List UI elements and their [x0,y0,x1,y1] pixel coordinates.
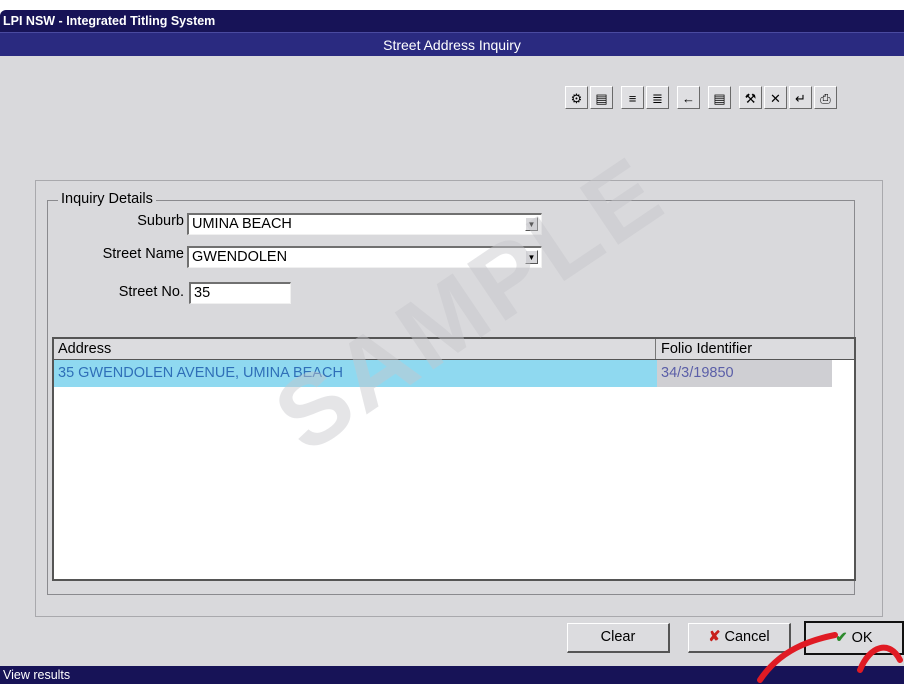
address-cell[interactable]: 35 GWENDOLEN AVENUE, UMINA BEACH [54,360,657,387]
ok-button[interactable]: ✔ OK [804,621,904,655]
window-title: LPI NSW - Integrated Titling System [3,14,216,28]
help-icon: ⚙ [570,91,583,106]
page-icon: ▤ [713,91,726,106]
suburb-label: Suburb [137,213,184,229]
split-button[interactable]: ≡ [621,86,644,109]
street-no-input[interactable]: 35 [189,282,291,304]
street-name-label: Street Name [102,246,184,262]
status-bar: View results [0,666,904,684]
toolbar: ⚙ ▤ ≡ ≣ ← ▤ ⚒ ✕ ↵ ⎙ [565,86,839,111]
cancel-icon: ✘ [708,629,721,645]
arrow-left-icon: ← [682,91,695,106]
ok-icon: ✔ [835,630,848,646]
table-row[interactable]: 35 GWENDOLEN AVENUE, UMINA BEACH 34/3/19… [54,360,832,387]
return-button[interactable]: ↵ [789,86,812,109]
page-button[interactable]: ▤ [708,86,731,109]
clear-button[interactable]: Clear [567,623,670,653]
document-icon: ▤ [595,91,608,106]
clear-button-label: Clear [600,629,636,645]
close-button[interactable]: ✕ [764,86,787,109]
arrow-left-button[interactable]: ← [677,86,700,109]
split-all-button[interactable]: ≣ [646,86,669,109]
document-button[interactable]: ▤ [590,86,613,109]
results-grid: Address Folio Identifier 35 GWENDOLEN AV… [52,337,856,581]
ok-button-label: OK [851,630,873,646]
exit-button[interactable]: ⚒ [739,86,762,109]
close-icon: ✕ [770,91,781,106]
window-title-bar: LPI NSW - Integrated Titling System [0,10,904,32]
app-window: LPI NSW - Integrated Titling System Stre… [0,10,904,684]
split-icon: ≡ [628,91,637,106]
print-icon: ⎙ [820,91,831,106]
exit-icon: ⚒ [744,91,757,106]
street-name-value: GWENDOLEN [192,249,288,265]
street-name-combo[interactable]: GWENDOLEN ▼ [187,246,542,268]
column-header-address[interactable]: Address [54,339,656,359]
column-header-folio[interactable]: Folio Identifier [657,339,854,359]
return-icon: ↵ [795,91,806,106]
form-title: Street Address Inquiry [383,37,521,53]
folio-identifier-cell[interactable]: 34/3/19850 [657,360,832,387]
inquiry-details-legend: Inquiry Details [58,191,156,207]
cancel-button[interactable]: ✘ Cancel [688,623,791,653]
street-no-value: 35 [194,285,211,301]
suburb-value: UMINA BEACH [192,216,292,232]
status-text: View results [3,668,71,682]
street-name-dropdown-icon[interactable]: ▼ [525,250,538,264]
split-all-icon: ≣ [652,91,663,106]
results-grid-header: Address Folio Identifier [54,339,854,360]
help-button[interactable]: ⚙ [565,86,588,109]
print-button[interactable]: ⎙ [814,86,837,109]
street-no-label: Street No. [118,284,184,300]
cancel-button-label: Cancel [724,629,770,645]
form-title-bar: Street Address Inquiry [0,32,904,56]
suburb-combo[interactable]: UMINA BEACH ▼ [187,213,542,235]
suburb-dropdown-icon[interactable]: ▼ [525,217,538,231]
